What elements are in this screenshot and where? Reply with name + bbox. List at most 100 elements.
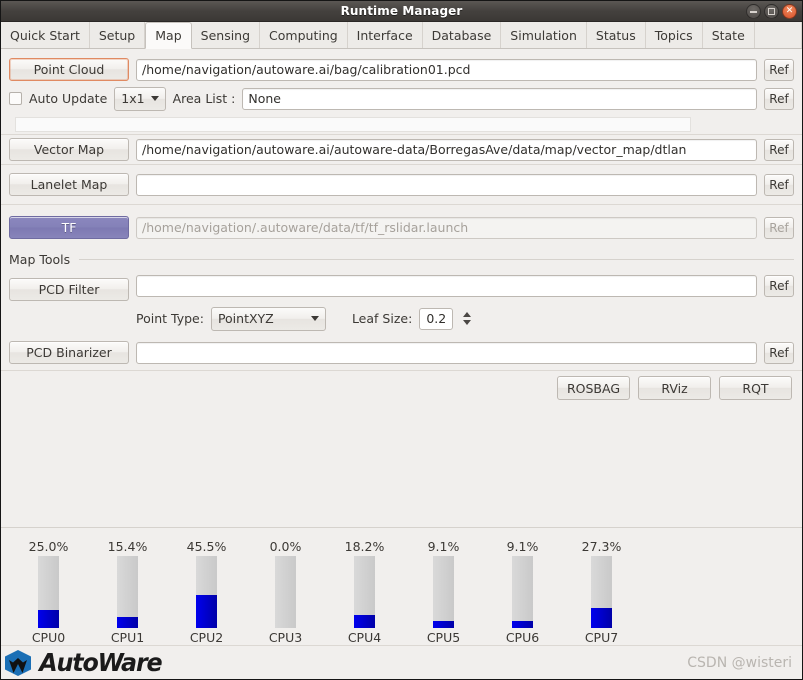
point-cloud-ref-button[interactable]: Ref (764, 58, 794, 81)
area-list-input[interactable]: None (242, 87, 757, 110)
map-tools-group: Map Tools (9, 249, 794, 267)
grid-size-select[interactable]: 1x1 (114, 86, 166, 111)
stepper-down-icon[interactable] (463, 320, 472, 325)
grid-size-value: 1x1 (121, 91, 145, 106)
leaf-size-input[interactable]: 0.2 (419, 307, 454, 330)
point-type-label: Point Type: (136, 311, 204, 326)
area-list-value: None (248, 91, 281, 106)
autoware-mark-icon (5, 649, 31, 676)
cpu-gauge: 15.4% CPU1 (88, 539, 167, 645)
point-cloud-path-input[interactable]: /home/navigation/autoware.ai/bag/calibra… (136, 58, 757, 81)
tab-sensing[interactable]: Sensing (192, 22, 261, 48)
cpu-bar (275, 556, 296, 628)
cpu-percent-label: 45.5% (186, 539, 227, 554)
cpu-name-label: CPU6 (505, 630, 540, 645)
autoware-logo: AutoWare (1, 648, 165, 677)
auto-update-row: Auto Update 1x1 Area List : None Ref (9, 84, 794, 113)
autoware-wordmark: AutoWare (39, 648, 162, 677)
maximize-icon[interactable] (764, 4, 779, 19)
tab-state[interactable]: State (703, 22, 755, 48)
cpu-gauge: 25.0% CPU0 (9, 539, 88, 645)
pcd-filter-options-row: PCD Filter (9, 274, 794, 304)
lanelet-map-ref-button[interactable]: Ref (764, 173, 794, 196)
auto-update-checkbox[interactable] (9, 92, 22, 105)
cpu-bar (591, 556, 612, 628)
leaf-size-stepper[interactable] (463, 312, 472, 325)
tf-ref-button[interactable]: Ref (764, 216, 794, 239)
window-title: Runtime Manager (340, 4, 463, 18)
point-type-select[interactable]: PointXYZ (210, 306, 326, 331)
minimize-icon[interactable] (746, 4, 761, 19)
vector-map-path-input[interactable]: /home/navigation/autoware.ai/autoware-da… (136, 138, 757, 161)
tab-simulation[interactable]: Simulation (501, 22, 587, 48)
lanelet-map-path-input[interactable] (136, 173, 757, 196)
vector-map-path-value: /home/navigation/autoware.ai/autoware-da… (142, 142, 687, 157)
point-cloud-path-value: /home/navigation/autoware.ai/bag/calibra… (142, 62, 471, 77)
cpu-bar (196, 556, 217, 628)
cpu-percent-label: 0.0% (269, 539, 302, 554)
point-cloud-progress-gauge (15, 117, 691, 132)
lanelet-map-row: Lanelet Map Ref (9, 170, 794, 199)
vector-map-row: Vector Map /home/navigation/autoware.ai/… (9, 135, 794, 164)
tf-path-input[interactable]: /home/navigation/.autoware/data/tf/tf_rs… (136, 216, 757, 239)
rqt-button[interactable]: RQT (719, 376, 792, 400)
lanelet-map-button[interactable]: Lanelet Map (9, 173, 129, 196)
cpu-percent-label: 9.1% (427, 539, 460, 554)
point-cloud-button[interactable]: Point Cloud (9, 58, 129, 81)
rosbag-button[interactable]: ROSBAG (557, 376, 630, 400)
tab-map[interactable]: Map (145, 22, 192, 49)
watermark-label: CSDN @wisteri (687, 655, 792, 671)
tab-database[interactable]: Database (423, 22, 502, 48)
tab-bar-filler (755, 22, 802, 48)
tab-status[interactable]: Status (587, 22, 646, 48)
map-tools-divider (79, 259, 794, 260)
pcd-binarizer-path-input[interactable] (136, 341, 757, 364)
tf-button[interactable]: TF (9, 216, 129, 239)
cpu-percent-label: 18.2% (344, 539, 385, 554)
stepper-up-icon[interactable] (463, 312, 472, 317)
pcd-binarizer-ref-button[interactable]: Ref (764, 341, 794, 364)
action-buttons: ROSBAG RViz RQT (9, 371, 794, 405)
cpu-name-label: CPU7 (584, 630, 619, 645)
rviz-button[interactable]: RViz (638, 376, 711, 400)
tf-row: TF /home/navigation/.autoware/data/tf/tf… (9, 213, 794, 242)
tab-interface[interactable]: Interface (348, 22, 423, 48)
area-list-label: Area List : (172, 91, 236, 106)
close-icon[interactable]: ✕ (782, 4, 797, 19)
cpu-percent-label: 27.3% (581, 539, 622, 554)
cpu-gauge: 45.5% CPU2 (167, 539, 246, 645)
runtime-manager-window: Runtime Manager ✕ Quick Start Setup Map … (0, 0, 803, 680)
resource-monitor: 25.0% CPU0 15.4% CPU1 45.5% CPU2 0.0% CP… (1, 527, 802, 645)
pcd-filter-params-row: Point Type: PointXYZ Leaf Size: 0.2 (9, 304, 794, 333)
point-type-value: PointXYZ (217, 311, 274, 326)
tab-computing[interactable]: Computing (260, 22, 348, 48)
area-list-ref-button[interactable]: Ref (764, 87, 794, 110)
pcd-binarizer-button[interactable]: PCD Binarizer (9, 341, 129, 364)
vector-map-ref-button[interactable]: Ref (764, 138, 794, 161)
cpu-bar (433, 556, 454, 628)
tab-bar: Quick Start Setup Map Sensing Computing … (1, 22, 802, 49)
tf-path-value: /home/navigation/.autoware/data/tf/tf_rs… (142, 220, 469, 235)
auto-update-label: Auto Update (29, 91, 108, 106)
tab-quick-start[interactable]: Quick Start (1, 22, 90, 48)
cpu-gauge: 27.3% CPU7 (562, 539, 641, 645)
cpu-percent-label: 9.1% (506, 539, 539, 554)
pcd-filter-button[interactable]: PCD Filter (9, 277, 129, 301)
cpu-percent-label: 15.4% (107, 539, 148, 554)
vector-map-button[interactable]: Vector Map (9, 138, 129, 161)
chevron-down-icon (310, 316, 319, 321)
map-tools-title: Map Tools (9, 252, 76, 267)
leaf-size-value: 0.2 (426, 311, 447, 326)
cpu-bar (38, 556, 59, 628)
point-cloud-row: Point Cloud /home/navigation/autoware.ai… (9, 55, 794, 84)
cpu-bar (354, 556, 375, 628)
chevron-down-icon (150, 96, 159, 101)
cpu-bar (117, 556, 138, 628)
cpu-bar (512, 556, 533, 628)
cpu-name-label: CPU3 (268, 630, 303, 645)
tab-topics[interactable]: Topics (646, 22, 703, 48)
window-controls: ✕ (746, 4, 797, 19)
tab-setup[interactable]: Setup (90, 22, 146, 48)
cpu-name-label: CPU2 (189, 630, 224, 645)
cpu-gauge: 9.1% CPU5 (404, 539, 483, 645)
